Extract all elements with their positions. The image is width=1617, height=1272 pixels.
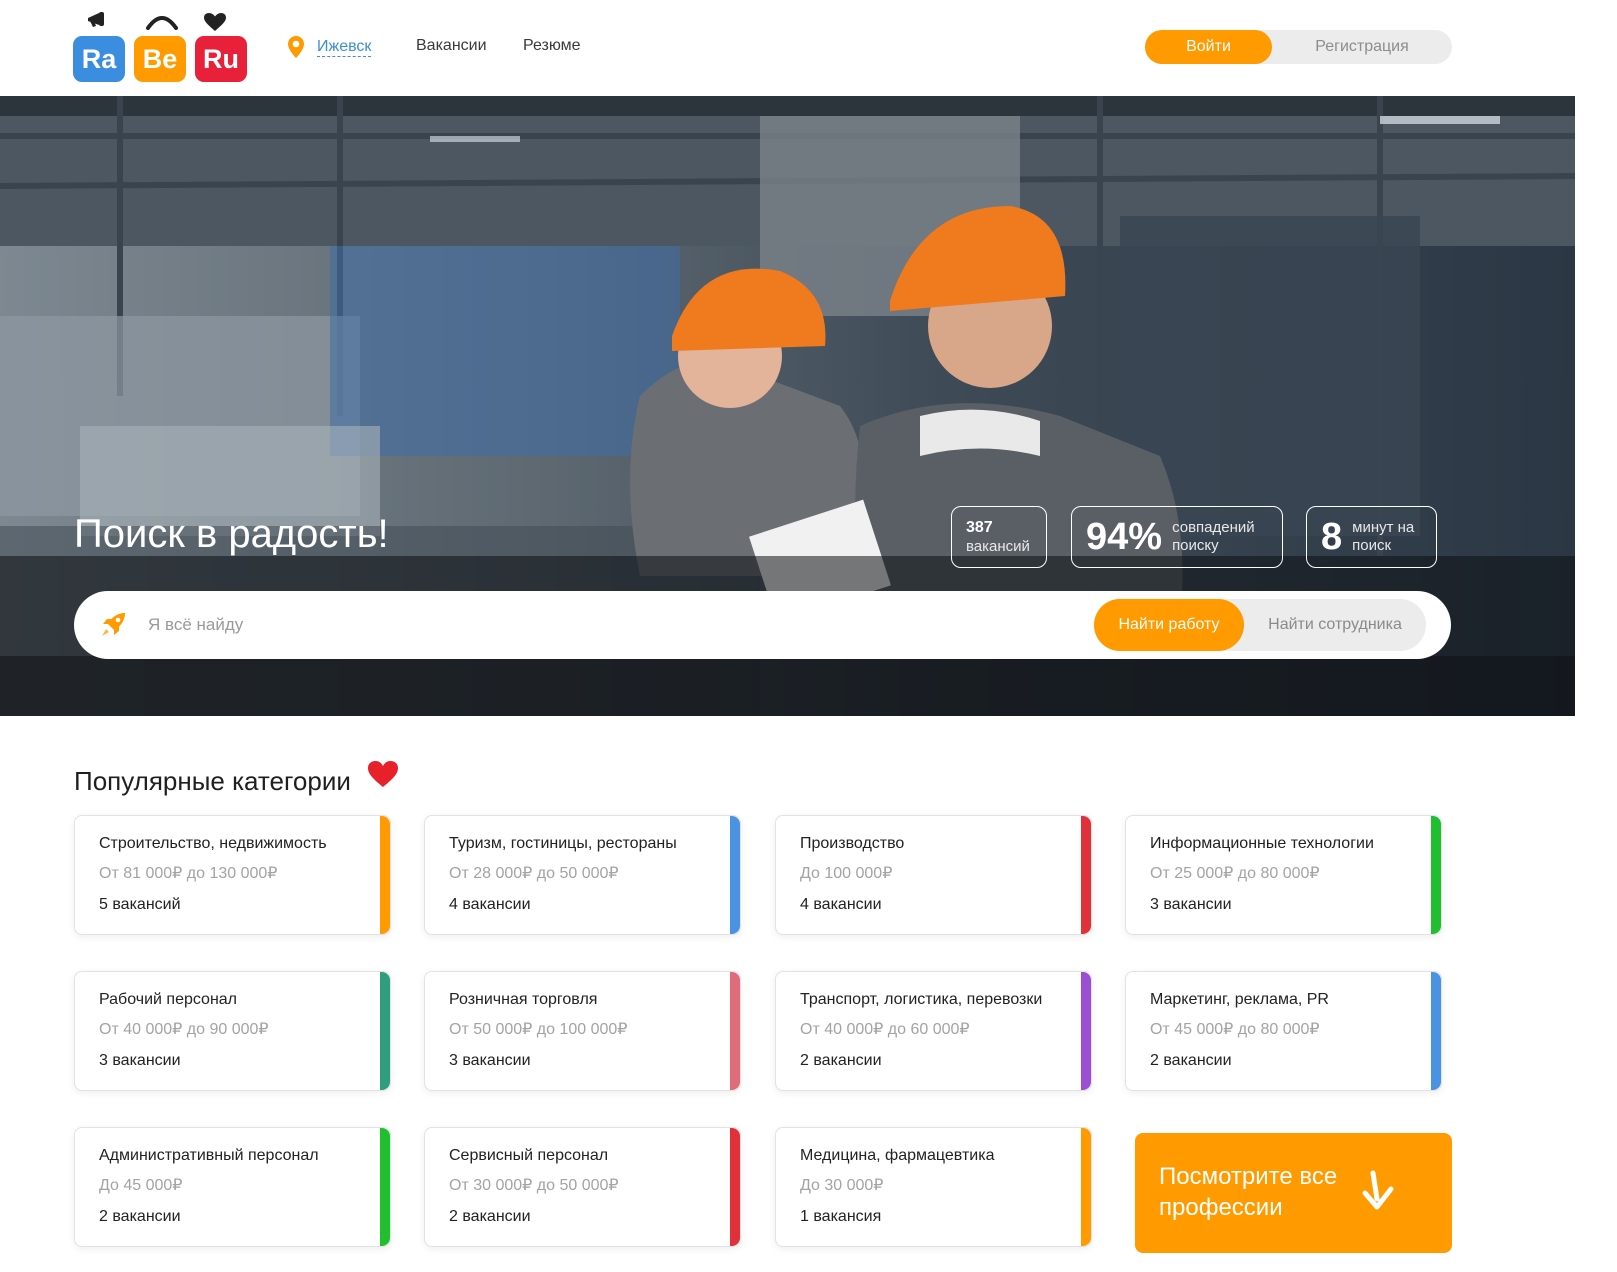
category-salary: От 40 000₽ до 60 000₽ (800, 1021, 970, 1038)
category-salary: До 100 000₽ (800, 865, 893, 882)
find-job-button[interactable]: Найти работу (1094, 599, 1244, 651)
category-vacancy-count: 3 вакансии (449, 1052, 531, 1069)
category-card[interactable]: Туризм, гостиницы, рестораны От 28 000₽ д… (424, 815, 741, 935)
stat-match-value: 94% (1086, 515, 1163, 558)
city-link[interactable]: Ижевск (317, 37, 372, 57)
category-vacancy-count: 2 вакансии (800, 1052, 882, 1069)
category-salary: От 25 000₽ до 80 000₽ (1150, 865, 1320, 882)
category-vacancy-count: 5 вакансий (99, 896, 181, 913)
category-card[interactable]: Информационные технологии От 25 000₽ до 8… (1125, 815, 1442, 935)
category-salary: До 30 000₽ (800, 1177, 884, 1194)
stat-vacancies-value: 387 (966, 519, 993, 536)
logo-tile-ru: Ru (195, 36, 247, 82)
category-color-stripe (1081, 816, 1091, 934)
categories-title: Популярные категории (74, 766, 351, 796)
nav-vacancies[interactable]: Вакансии (416, 37, 487, 55)
smile-arc-icon (146, 16, 178, 30)
category-color-stripe (730, 972, 740, 1090)
category-color-stripe (380, 816, 390, 934)
nav-resumes[interactable]: Резюме (523, 37, 581, 55)
search-mode-toggle: Найти работу Найти сотрудника (1094, 599, 1426, 651)
auth-toggle: Войти Регистрация (1145, 30, 1452, 64)
logo-tile-ra: Ra (73, 36, 125, 82)
category-vacancy-count: 2 вакансии (1150, 1052, 1232, 1069)
location-pin-icon (288, 36, 304, 58)
category-card[interactable]: Сервисный персонал От 30 000₽ до 50 000₽ 2… (424, 1127, 741, 1247)
register-button[interactable]: Регистрация (1272, 30, 1452, 64)
heart-icon (368, 761, 398, 787)
category-name: Рабочий персонал (99, 991, 238, 1008)
category-color-stripe (1431, 816, 1441, 934)
category-salary: От 81 000₽ до 130 000₽ (99, 865, 278, 882)
category-vacancy-count: 3 вакансии (1150, 896, 1232, 913)
search-input[interactable] (146, 605, 1046, 645)
category-card[interactable]: Розничная торговля От 50 000₽ до 100 000₽… (424, 971, 741, 1091)
category-name: Информационные технологии (1150, 835, 1374, 852)
category-name: Туризм, гостиницы, рестораны (449, 835, 677, 852)
category-color-stripe (1081, 1128, 1091, 1246)
category-color-stripe (1081, 972, 1091, 1090)
category-name: Медицина, фармацевтика (800, 1147, 995, 1164)
search-bar: Найти работу Найти сотрудника (74, 591, 1451, 659)
category-name: Административный персонал (99, 1147, 319, 1164)
site-header: Ra Be Ru Ижевск Вакансии Резюме Войти Ре… (0, 0, 1617, 96)
site-logo[interactable]: Ra Be Ru (73, 10, 253, 84)
category-name: Строительство, недвижимость (99, 835, 327, 852)
category-card[interactable]: Административный персонал До 45 000₽ 2 вак… (74, 1127, 391, 1247)
find-employee-button[interactable]: Найти сотрудника (1244, 599, 1426, 651)
stat-match-label: совпадений поиску (1172, 519, 1255, 554)
category-salary: От 30 000₽ до 50 000₽ (449, 1177, 619, 1194)
hero-banner: Поиск в радость! 387 вакансий 94% совпад… (0, 96, 1575, 716)
category-vacancy-count: 2 вакансии (99, 1208, 181, 1225)
megaphone-icon (88, 12, 104, 27)
category-vacancy-count: 4 вакансии (800, 896, 882, 913)
arrow-down-icon (1362, 1170, 1394, 1210)
category-card[interactable]: Транспорт, логистика, перевозки От 40 000… (775, 971, 1092, 1091)
category-card[interactable]: Строительство, недвижимость От 81 000₽ до… (74, 815, 391, 935)
category-name: Транспорт, логистика, перевозки (800, 991, 1043, 1008)
login-button[interactable]: Войти (1145, 30, 1272, 64)
category-vacancy-count: 4 вакансии (449, 896, 531, 913)
category-salary: От 40 000₽ до 90 000₽ (99, 1021, 269, 1038)
city-selector[interactable]: Ижевск (287, 34, 372, 60)
category-name: Сервисный персонал (449, 1147, 609, 1164)
category-salary: От 45 000₽ до 80 000₽ (1150, 1021, 1320, 1038)
stat-match: 94% совпадений поиску (1071, 506, 1283, 568)
category-color-stripe (730, 816, 740, 934)
category-name: Маркетинг, реклама, PR (1150, 991, 1329, 1008)
category-card[interactable]: Производство До 100 000₽ 4 вакансии (775, 815, 1092, 935)
category-vacancy-count: 3 вакансии (99, 1052, 181, 1069)
category-salary: От 50 000₽ до 100 000₽ (449, 1021, 628, 1038)
stat-minutes-value: 8 (1321, 515, 1343, 558)
category-name: Производство (800, 835, 905, 852)
category-card[interactable]: Рабочий персонал От 40 000₽ до 90 000₽ 3 в… (74, 971, 391, 1091)
heart-icon (204, 13, 226, 31)
category-card[interactable]: Медицина, фармацевтика До 30 000₽ 1 ваканс… (775, 1127, 1092, 1247)
category-salary: От 28 000₽ до 50 000₽ (449, 865, 619, 882)
all-professions-button[interactable]: Посмотрите все профессии (1135, 1133, 1452, 1253)
category-name: Розничная торговля (449, 991, 598, 1008)
category-color-stripe (380, 1128, 390, 1246)
category-vacancy-count: 1 вакансия (800, 1208, 882, 1225)
category-vacancy-count: 2 вакансии (449, 1208, 531, 1225)
logo-tile-be: Be (134, 36, 186, 82)
category-salary: До 45 000₽ (99, 1177, 183, 1194)
category-color-stripe (730, 1128, 740, 1246)
stat-minutes-label: минут на поиск (1352, 519, 1415, 554)
category-color-stripe (380, 972, 390, 1090)
category-card[interactable]: Маркетинг, реклама, PR От 45 000₽ до 80 0… (1125, 971, 1442, 1091)
hero-title: Поиск в радость! (74, 512, 389, 556)
stat-vacancies-label: вакансий (966, 538, 1030, 555)
stat-minutes: 8 минут на поиск (1306, 506, 1437, 568)
rocket-icon (102, 613, 125, 636)
stat-vacancies: 387 вакансий (951, 506, 1047, 568)
all-professions-label: Посмотрите все профессии (1159, 1163, 1338, 1221)
category-color-stripe (1431, 972, 1441, 1090)
